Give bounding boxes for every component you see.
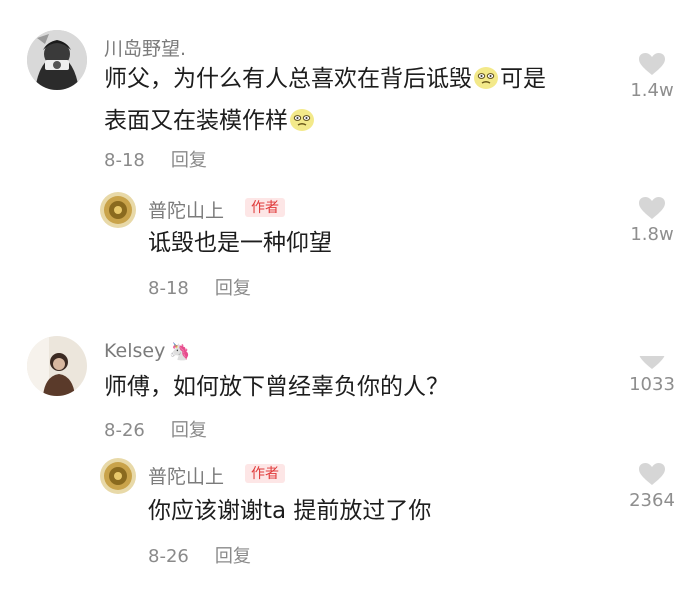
comment-text-line1-tail: 可是 [500, 66, 546, 92]
reply-item: 普陀山上 作者 诋毁也是一种仰望 8-18 回复 1.8w [0, 180, 690, 300]
reply-item: 普陀山上 作者 你应该谢谢ta 提前放过了你 8-26 回复 2364 [0, 452, 690, 582]
heart-icon [639, 197, 665, 219]
avatar[interactable] [100, 192, 136, 228]
comment-item: Kelsey 🦄 师傅，如何放下曾经辜负你的人？ 8-26 回复 1033 [0, 320, 690, 450]
unicorn-icon: 🦄 [169, 342, 191, 362]
like-count: 1033 [629, 374, 675, 395]
like-count: 2364 [629, 490, 675, 511]
author-badge: 作者 [245, 198, 285, 217]
reply-button[interactable]: 回复 [215, 278, 251, 299]
like-button[interactable]: 1033 [617, 356, 687, 395]
comment-text: 你应该谢谢ta 提前放过了你 [148, 498, 432, 524]
comment-date: 8-18 [104, 150, 145, 171]
like-count: 1.8w [630, 224, 674, 245]
comment-date: 8-18 [148, 278, 189, 299]
username[interactable]: Kelsey 🦄 [104, 340, 191, 362]
comment-text: 师傅，如何放下曾经辜负你的人？ [104, 374, 449, 400]
comment-date: 8-26 [104, 420, 145, 441]
username-text: Kelsey [104, 340, 166, 362]
like-button[interactable]: 1.4w [617, 52, 687, 101]
like-button[interactable]: 1.8w [617, 196, 687, 245]
avatar[interactable] [100, 458, 136, 494]
comment-meta: 8-26 回复 [104, 416, 207, 442]
comment-meta: 8-18 回复 [104, 146, 207, 172]
comment-meta: 8-18 回复 [148, 274, 251, 300]
squinting-face-emoji-icon [473, 64, 499, 102]
like-button[interactable]: 2364 [617, 462, 687, 511]
reply-button[interactable]: 回复 [171, 150, 207, 171]
username[interactable]: 川岛野望. [104, 34, 186, 61]
comment-date: 8-26 [148, 546, 189, 567]
comment-text-line2: 表面又在装模作样 [104, 108, 288, 134]
heart-icon [639, 463, 665, 485]
heart-icon [639, 356, 665, 369]
author-badge: 作者 [245, 464, 285, 483]
reply-button[interactable]: 回复 [171, 420, 207, 441]
comment-item: 川岛野望. 师父，为什么有人总喜欢在背后诋毁 可是 表面又在装模作样 8-18 回复… [0, 0, 690, 180]
comment-meta: 8-26 回复 [148, 542, 251, 568]
comment-text-line1: 师父，为什么有人总喜欢在背后诋毁 [104, 66, 472, 92]
reply-button[interactable]: 回复 [215, 546, 251, 567]
avatar[interactable] [27, 30, 87, 90]
avatar[interactable] [27, 336, 87, 396]
squinting-face-emoji-icon [289, 106, 315, 144]
comment-text: 师父，为什么有人总喜欢在背后诋毁 可是 表面又在装模作样 [104, 60, 624, 144]
username[interactable]: 普陀山上 [148, 196, 224, 223]
comment-text: 诋毁也是一种仰望 [148, 230, 332, 256]
username[interactable]: 普陀山上 [148, 462, 224, 489]
like-count: 1.4w [630, 80, 674, 101]
heart-icon [639, 53, 665, 75]
